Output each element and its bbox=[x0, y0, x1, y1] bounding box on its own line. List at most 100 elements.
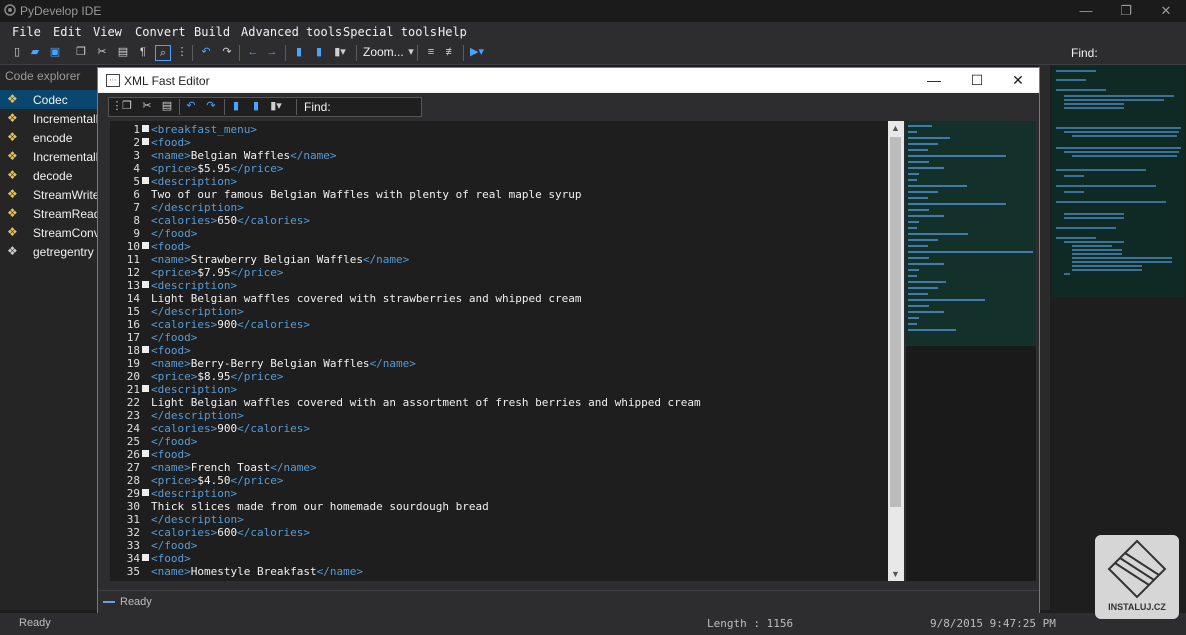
bookmark-icon[interactable]: ▮ bbox=[229, 99, 243, 113]
explorer-item-streamreader[interactable]: ❖ StreamRead bbox=[0, 204, 98, 223]
comment-icon[interactable]: ≡ bbox=[424, 45, 438, 59]
restore-window-icon[interactable]: ❐ bbox=[1106, 0, 1146, 22]
menu-special-tools[interactable]: Special tools bbox=[343, 25, 437, 39]
code-text: <description> bbox=[151, 383, 237, 396]
toolbar-separator bbox=[224, 99, 225, 115]
menu-build[interactable]: Build bbox=[194, 25, 230, 39]
zoom-dropdown[interactable]: Zoom... bbox=[363, 45, 404, 59]
fold-toggle-icon[interactable] bbox=[142, 281, 149, 288]
editor-vertical-scrollbar[interactable]: ▲ ▼ bbox=[888, 121, 904, 581]
fold-toggle-icon[interactable] bbox=[142, 242, 149, 249]
menu-file[interactable]: File bbox=[12, 25, 41, 39]
scroll-down-icon[interactable]: ▼ bbox=[891, 569, 900, 579]
more-options-icon[interactable]: ⋮ bbox=[175, 45, 189, 59]
scrollbar-thumb[interactable] bbox=[890, 137, 901, 507]
bookmark-menu-icon[interactable]: ▮▾ bbox=[333, 45, 347, 59]
xml-tag: <name> bbox=[151, 253, 191, 266]
undo-icon[interactable]: ↶ bbox=[199, 45, 213, 59]
navigate-forward-icon[interactable]: → bbox=[265, 45, 279, 59]
xml-tag: </price> bbox=[230, 162, 284, 175]
xml-tag: </calories> bbox=[237, 526, 310, 539]
dialog-minimize-icon[interactable]: — bbox=[913, 68, 955, 92]
paragraph-icon[interactable]: ¶ bbox=[136, 45, 150, 59]
navigate-back-icon[interactable]: ← bbox=[246, 45, 260, 59]
save-icon[interactable]: ▣ bbox=[48, 45, 62, 59]
minimize-window-icon[interactable]: — bbox=[1066, 0, 1106, 22]
fold-toggle-icon[interactable] bbox=[142, 138, 149, 145]
code-text: </description> bbox=[151, 513, 244, 526]
xml-text: Thick slices made from our homemade sour… bbox=[151, 500, 489, 513]
xml-tag: <price> bbox=[151, 266, 198, 279]
xml-tag: <calories> bbox=[151, 422, 218, 435]
minimap-line bbox=[908, 203, 1006, 205]
explorer-item-codec[interactable]: ❖ Codec bbox=[0, 90, 98, 109]
search-icon[interactable]: ⌕ bbox=[155, 45, 171, 61]
new-file-icon[interactable]: ▯ bbox=[10, 45, 24, 59]
class-icon: ❖ bbox=[7, 149, 18, 163]
fold-toggle-icon[interactable] bbox=[142, 554, 149, 561]
bookmark-next-icon[interactable]: ▮ bbox=[249, 99, 263, 113]
explorer-item-streamconverter[interactable]: ❖ StreamConv bbox=[0, 223, 98, 242]
code-text: </food> bbox=[151, 227, 197, 240]
editor-minimap[interactable] bbox=[906, 121, 1036, 581]
menu-help[interactable]: Help bbox=[438, 25, 467, 39]
redo-icon[interactable]: ↷ bbox=[204, 99, 218, 113]
uncomment-icon[interactable]: ≢ bbox=[444, 45, 458, 59]
minimap-line bbox=[908, 293, 928, 295]
line-number: 33 bbox=[126, 539, 140, 552]
explorer-item-incrementaldecoder[interactable]: ❖ Incrementall bbox=[0, 147, 98, 166]
undo-icon[interactable]: ↶ bbox=[184, 99, 198, 113]
xml-text: 600 bbox=[217, 526, 238, 539]
xml-code-editor[interactable]: 1 <breakfast_menu> 2 <food> 3 <name>Belgian W… bbox=[110, 121, 888, 581]
line-number: 26 bbox=[126, 448, 140, 461]
copy-icon[interactable]: ❐ bbox=[120, 99, 134, 113]
xml-text: 900 bbox=[217, 422, 238, 435]
class-icon: ❖ bbox=[7, 92, 18, 106]
xml-tag: </food> bbox=[151, 539, 198, 552]
fold-toggle-icon[interactable] bbox=[142, 489, 149, 496]
explorer-item-streamwriter[interactable]: ❖ StreamWrite bbox=[0, 185, 98, 204]
menu-advanced-tools[interactable]: Advanced tools bbox=[241, 25, 342, 39]
bookmark-icon[interactable]: ▮ bbox=[292, 45, 306, 59]
fold-toggle-icon[interactable] bbox=[142, 385, 149, 392]
fold-toggle-icon[interactable] bbox=[142, 450, 149, 457]
explorer-item-incrementalencoder[interactable]: ❖ Incrementall bbox=[0, 109, 98, 128]
fold-toggle-icon[interactable] bbox=[142, 125, 149, 132]
line-number: 1 bbox=[133, 123, 140, 136]
menu-convert[interactable]: Convert bbox=[135, 25, 186, 39]
xml-tag: </price> bbox=[230, 474, 284, 487]
close-window-icon[interactable]: ✕ bbox=[1146, 0, 1186, 22]
run-icon[interactable]: ▶▾ bbox=[470, 45, 484, 59]
fold-toggle-icon[interactable] bbox=[142, 177, 149, 184]
open-folder-icon[interactable]: ▰ bbox=[28, 45, 42, 59]
redo-icon[interactable]: ↷ bbox=[220, 45, 234, 59]
paste-icon[interactable]: ▤ bbox=[116, 45, 130, 59]
chevron-down-icon[interactable]: ▾ bbox=[404, 45, 418, 59]
explorer-item-getregentry[interactable]: ❖ getregentry bbox=[0, 242, 98, 261]
cut-icon[interactable]: ✂ bbox=[95, 45, 109, 59]
xml-tag: <name> bbox=[151, 149, 191, 162]
explorer-item-encode[interactable]: ❖ encode bbox=[0, 128, 98, 147]
xml-tag: </food> bbox=[151, 435, 198, 448]
paste-icon[interactable]: ▤ bbox=[160, 99, 174, 113]
menu-edit[interactable]: Edit bbox=[53, 25, 82, 39]
bookmark-menu-icon[interactable]: ▮▾ bbox=[269, 99, 283, 113]
scroll-up-icon[interactable]: ▲ bbox=[891, 123, 900, 133]
minimap-line bbox=[908, 245, 928, 247]
xml-text: 900 bbox=[217, 318, 238, 331]
code-text: <food> bbox=[151, 552, 191, 565]
explorer-item-decode[interactable]: ❖ decode bbox=[0, 166, 98, 185]
cut-icon[interactable]: ✂ bbox=[140, 99, 154, 113]
dialog-close-icon[interactable]: ✕ bbox=[997, 68, 1039, 92]
menu-view[interactable]: View bbox=[93, 25, 122, 39]
minimap-line bbox=[908, 233, 968, 235]
fold-toggle-icon[interactable] bbox=[142, 346, 149, 353]
bookmark-next-icon[interactable]: ▮ bbox=[312, 45, 326, 59]
dialog-maximize-icon[interactable]: ☐ bbox=[956, 68, 998, 92]
watermark-text: INSTALUJ.CZ bbox=[1108, 602, 1166, 612]
xml-tag: <food> bbox=[151, 240, 191, 253]
copy-icon[interactable]: ❐ bbox=[74, 45, 88, 59]
code-text: <calories>900</calories> bbox=[151, 318, 310, 331]
line-number: 14 bbox=[126, 292, 140, 305]
code-text: <name>Strawberry Belgian Waffles</name> bbox=[151, 253, 409, 266]
